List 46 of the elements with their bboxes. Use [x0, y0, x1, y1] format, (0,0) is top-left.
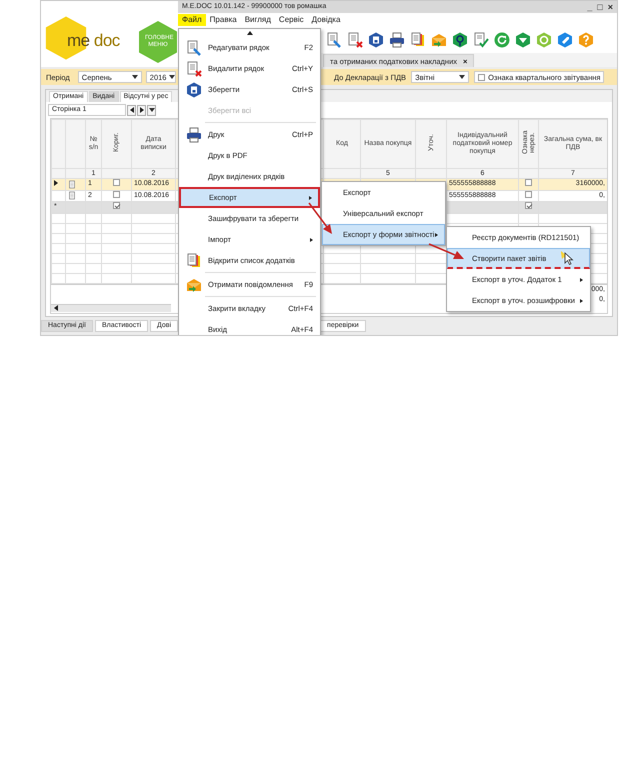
menu-bar-item[interactable]: Вигляд — [240, 14, 275, 26]
delete-document-icon[interactable] — [347, 32, 363, 48]
checkbox[interactable] — [525, 180, 532, 186]
search-icon[interactable] — [452, 32, 468, 48]
documents-icon[interactable] — [410, 32, 426, 48]
sync-icon[interactable] — [536, 32, 552, 48]
checkbox[interactable] — [113, 180, 120, 186]
printer-icon — [186, 126, 202, 142]
caret-icon — [459, 75, 466, 79]
checkbox[interactable] — [525, 191, 532, 198]
save-icon[interactable] — [368, 32, 384, 48]
next-page-button[interactable] — [137, 104, 146, 116]
mouse-cursor-icon — [561, 251, 574, 266]
hexagon-icon[interactable] — [557, 32, 573, 48]
checkbox[interactable] — [113, 202, 120, 210]
window-control[interactable]: × — [608, 2, 613, 12]
menu-bar-item[interactable]: Сервіс — [274, 14, 308, 26]
help-icon[interactable] — [578, 32, 594, 48]
window-control[interactable]: □ — [597, 2, 603, 12]
checkbox[interactable] — [478, 74, 486, 80]
documents-icon — [186, 252, 202, 268]
menu-bar-item[interactable]: Правка — [206, 14, 241, 26]
checked-document-icon[interactable] — [473, 32, 489, 48]
edit-document-icon — [186, 40, 202, 56]
envelope-icon — [186, 276, 202, 292]
window-control[interactable]: _ — [587, 2, 592, 12]
page-menu-button[interactable] — [147, 104, 156, 116]
previous-page-button[interactable] — [127, 104, 136, 116]
envelope-icon[interactable] — [431, 32, 447, 48]
edit-document-icon[interactable] — [326, 32, 342, 48]
refresh-icon[interactable] — [494, 32, 510, 48]
printer-icon[interactable] — [389, 32, 405, 48]
menu-bar-item[interactable]: Файл — [178, 14, 206, 26]
annotation-arrow — [428, 243, 464, 259]
delete-document-icon — [186, 60, 202, 76]
horizontal-scrollbar[interactable] — [51, 304, 171, 312]
document-icon[interactable] — [68, 180, 76, 190]
checkbox[interactable] — [525, 202, 532, 210]
annotation-arrow — [308, 202, 332, 234]
checkbox[interactable] — [113, 191, 120, 198]
save-icon — [186, 82, 202, 98]
menu-bar-item[interactable]: Довідка — [308, 14, 344, 26]
caret-icon — [132, 75, 138, 79]
download-icon[interactable] — [515, 32, 531, 48]
scroll-up-icon[interactable] — [246, 31, 252, 35]
document-icon[interactable] — [68, 191, 76, 200]
